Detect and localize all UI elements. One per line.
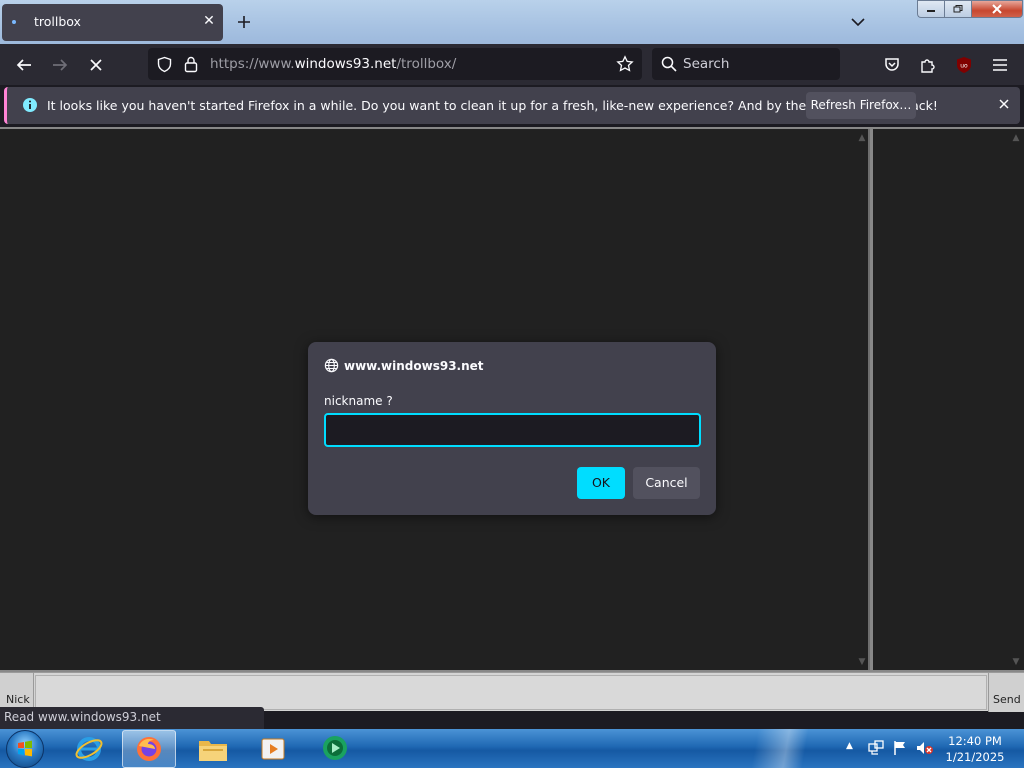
search-icon	[661, 56, 677, 72]
show-hidden-icons-button[interactable]: ▲	[846, 741, 853, 751]
notification-bar: It looks like you haven't started Firefo…	[0, 85, 1024, 127]
media-player-taskbar-button[interactable]	[246, 730, 300, 768]
scroll-down-arrow-icon[interactable]: ▼	[1009, 655, 1023, 669]
notification-box: It looks like you haven't started Firefo…	[4, 87, 1020, 124]
close-tab-icon[interactable]: ✕	[200, 12, 218, 30]
prompt-dialog: www.windows93.net nickname ? OK Cancel	[308, 342, 716, 515]
ublock-origin-button[interactable]: uo	[949, 50, 979, 80]
info-icon	[23, 98, 37, 112]
window-controls	[917, 0, 1023, 18]
minimize-icon	[927, 10, 935, 12]
chat-app-icon	[323, 736, 347, 760]
message-input[interactable]	[35, 675, 987, 710]
network-icon[interactable]	[868, 740, 884, 756]
firefox-icon	[137, 737, 161, 761]
pocket-icon	[885, 58, 899, 71]
chat-input-bar: Nick Send	[0, 672, 1024, 712]
scroll-up-arrow-icon[interactable]: ▲	[1009, 131, 1023, 145]
back-button[interactable]	[9, 50, 39, 80]
pocket-button[interactable]	[877, 50, 907, 80]
svg-text:uo: uo	[960, 63, 968, 70]
notification-message: It looks like you haven't started Firefo…	[47, 98, 938, 113]
close-icon	[992, 4, 1002, 14]
url-host: windows93.net	[294, 56, 397, 72]
status-link-text: Read www.windows93.net	[0, 707, 264, 729]
chevron-down-icon	[851, 18, 865, 27]
extensions-button[interactable]	[913, 50, 943, 80]
plus-icon	[238, 16, 250, 28]
ok-button[interactable]: OK	[577, 467, 625, 499]
internet-explorer-icon	[75, 737, 103, 761]
internet-explorer-taskbar-button[interactable]	[62, 730, 116, 768]
dialog-prompt-text: nickname ?	[324, 394, 393, 408]
search-placeholder: Search	[683, 56, 730, 72]
forward-arrow-icon	[53, 59, 68, 71]
padlock-icon[interactable]	[184, 56, 198, 73]
refresh-firefox-button[interactable]: Refresh Firefox…	[806, 92, 916, 119]
volume-muted-icon[interactable]	[916, 740, 934, 756]
close-notification-button[interactable]	[995, 96, 1013, 114]
bookmark-star-icon[interactable]	[616, 55, 634, 73]
dialog-origin-text: www.windows93.net	[344, 358, 484, 373]
close-window-button[interactable]	[971, 0, 1023, 18]
nickname-input[interactable]	[324, 413, 701, 447]
stop-loading-button[interactable]	[81, 50, 111, 80]
list-all-tabs-button[interactable]	[846, 10, 870, 34]
scroll-up-arrow-icon[interactable]: ▲	[855, 131, 869, 145]
clock-date: 1/21/2025	[945, 750, 1005, 764]
tab-trollbox[interactable]: trollbox ✕	[2, 4, 223, 41]
back-arrow-icon	[16, 59, 31, 71]
start-button[interactable]	[6, 730, 44, 768]
user-list-pane[interactable]: ▲ ▼	[873, 129, 1024, 670]
scroll-down-arrow-icon[interactable]: ▼	[855, 655, 869, 669]
tab-strip: trollbox ✕	[0, 0, 1024, 44]
action-center-flag-icon[interactable]	[892, 740, 908, 756]
search-bar[interactable]: Search	[652, 48, 840, 80]
url-text[interactable]: https://www.windows93.net/trollbox/	[210, 56, 456, 72]
forward-button[interactable]	[45, 50, 75, 80]
tracking-protection-shield-icon[interactable]	[156, 56, 173, 73]
restore-icon	[953, 4, 963, 12]
chat-app-taskbar-button[interactable]	[308, 730, 362, 768]
url-prefix: https://www.	[210, 56, 295, 72]
hamburger-menu-icon	[993, 59, 1007, 71]
taskbar-clock[interactable]: 12:40 PM 1/21/2025	[940, 733, 1010, 765]
address-bar[interactable]: https://www.windows93.net/trollbox/	[148, 48, 642, 80]
globe-icon	[324, 358, 339, 373]
media-player-icon	[261, 738, 285, 760]
url-path: /trollbox/	[396, 56, 457, 72]
clock-time: 12:40 PM	[948, 734, 1002, 748]
stop-icon	[90, 59, 102, 71]
close-icon	[999, 99, 1009, 109]
windows-logo-icon	[18, 740, 32, 757]
taskbar-glare	[720, 729, 840, 768]
app-menu-button[interactable]	[985, 50, 1015, 80]
windows-taskbar: ▲ 12:40 PM 1/21/2025	[0, 729, 1024, 768]
firefox-taskbar-button[interactable]	[122, 730, 176, 768]
new-tab-button[interactable]	[232, 10, 256, 34]
tab-title: trollbox	[34, 14, 81, 29]
restore-button[interactable]	[944, 0, 971, 18]
navigation-toolbar: https://www.windows93.net/trollbox/ Sear…	[0, 44, 1024, 85]
loading-favicon-icon	[12, 20, 16, 24]
cancel-button[interactable]: Cancel	[633, 467, 700, 499]
ublock-origin-icon: uo	[957, 57, 971, 73]
minimize-button[interactable]	[917, 0, 944, 18]
file-explorer-icon	[199, 741, 227, 761]
file-explorer-taskbar-button[interactable]	[186, 730, 240, 768]
puzzle-piece-icon	[921, 59, 935, 73]
dialog-origin: www.windows93.net	[324, 358, 484, 373]
send-button[interactable]: Send	[988, 673, 1024, 712]
